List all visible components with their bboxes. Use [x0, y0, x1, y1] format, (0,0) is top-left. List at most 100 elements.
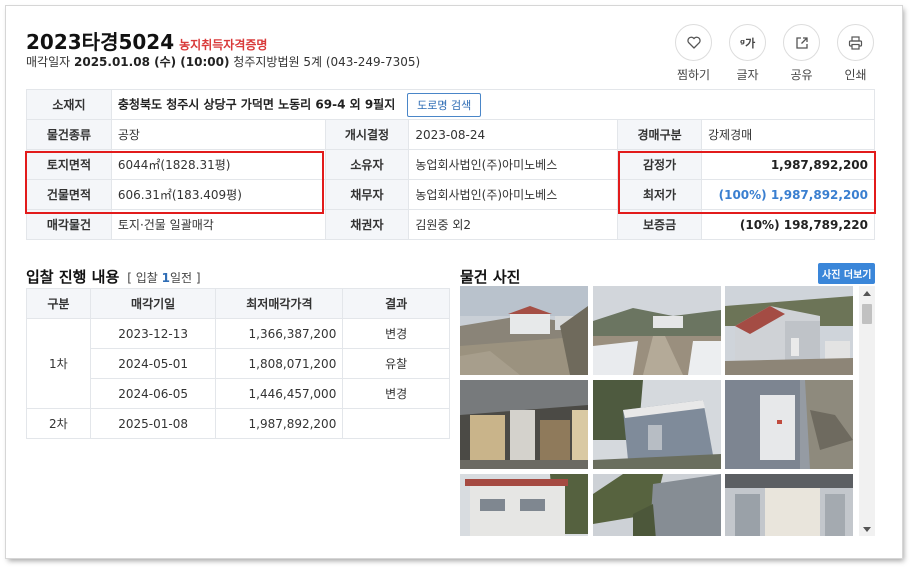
sale-date: 2025.01.08 (수) (10:00): [74, 55, 230, 69]
owner-label: 소유자: [324, 149, 410, 180]
owner-value: 농업회사법인(주)아미노베스: [408, 149, 619, 180]
column-header: 결과: [342, 288, 450, 319]
info-row: 토지면적 6044㎡(1828.31평) 소유자 농업회사법인(주)아미노베스 …: [26, 149, 875, 180]
debtor-label: 채무자: [324, 179, 410, 210]
photo-gallery: [460, 286, 876, 536]
creditor-value: 김원중 외2: [408, 209, 619, 240]
price-cell: 1,446,457,000: [215, 378, 344, 409]
font-size-icon: ᵍ가: [739, 36, 756, 50]
table-row: 2024-06-05 1,446,457,000 변경: [27, 378, 450, 409]
property-photo[interactable]: [593, 474, 721, 536]
favorite-button[interactable]: 찜하기: [675, 24, 712, 83]
bid-countdown: [ 입찰 1일전 ]: [127, 269, 200, 286]
location-label: 소재지: [26, 89, 112, 120]
date-cell: 2024-06-05: [89, 378, 217, 409]
table-row: 2차 2025-01-08 1,987,892,200: [26, 408, 450, 439]
land-area-label: 토지면적: [26, 149, 112, 180]
bid-history-table: 구분 매각기일 최저매각가격 결과 1차 2023-12-13 1,366,38…: [26, 288, 450, 439]
result-cell: 변경: [342, 378, 450, 409]
font-size-button[interactable]: ᵍ가 글자: [729, 24, 766, 83]
road-name-search-button[interactable]: 도로명 검색: [407, 92, 482, 117]
heart-icon: [686, 36, 701, 49]
court-info: 청주지방법원 5계 (043-249-7305): [233, 55, 421, 69]
info-row: 물건종류 공장 개시결정 2023-08-24 경매구분 강제경매: [26, 119, 875, 150]
column-header: 매각기일: [89, 288, 217, 319]
print-icon: [848, 35, 863, 50]
farmland-certificate-tag: 농지취득자격증명: [179, 38, 268, 52]
more-photos-button[interactable]: 사진 더보기: [818, 263, 876, 284]
minimum-price-value: (100%) 1,987,892,200: [701, 179, 875, 210]
property-photo[interactable]: [460, 286, 588, 375]
type-value: 공장: [110, 119, 326, 150]
property-photo[interactable]: [593, 286, 721, 375]
building-area-label: 건물면적: [26, 179, 112, 210]
bid-countdown-suffix: 일전 ]: [170, 271, 201, 285]
auction-type-label: 경매구분: [617, 119, 703, 150]
property-photo[interactable]: [593, 380, 721, 469]
auction-type-value: 강제경매: [701, 119, 875, 150]
bid-history-header: 입찰 진행 내용 [ 입찰 1일전 ]: [26, 266, 201, 287]
building-area-value: 606.31㎡(183.409평): [110, 179, 326, 210]
sale-item-value: 토지·건물 일괄매각: [110, 209, 326, 240]
sale-date-label: 매각일자: [26, 55, 71, 69]
photos-title: 물건 사진: [460, 268, 521, 286]
column-header: 최저매각가격: [215, 288, 344, 319]
location-address: 충청북도 청주시 상당구 가덕면 노동리 69-4 외 9필지: [117, 97, 396, 111]
bid-countdown-days: 1: [161, 271, 171, 285]
land-area-value: 6044㎡(1828.31평): [110, 149, 326, 180]
print-label: 인쇄: [844, 68, 867, 82]
action-buttons: 찜하기 ᵍ가 글자 공유 인쇄: [675, 24, 874, 83]
share-label: 공유: [790, 68, 813, 82]
price-cell: 1,808,071,200: [215, 348, 344, 379]
property-photo[interactable]: [725, 286, 853, 375]
deposit-value: (10%) 198,789,220: [701, 209, 875, 240]
result-cell: [342, 408, 450, 439]
start-value: 2023-08-24: [408, 119, 619, 150]
round-cell: 2차: [26, 408, 91, 439]
minimum-price-label: 최저가: [617, 179, 703, 210]
bid-history-header-row: 구분 매각기일 최저매각가격 결과: [26, 288, 450, 319]
scroll-down-arrow-icon[interactable]: [859, 522, 875, 536]
date-cell: 2025-01-08: [89, 408, 217, 439]
font-size-label: 글자: [736, 68, 759, 82]
case-title-row: 2023타경5024 농지취득자격증명: [26, 26, 267, 55]
result-cell: 유찰: [342, 348, 450, 379]
column-header: 구분: [26, 288, 91, 319]
result-cell: 변경: [342, 318, 450, 349]
bid-history-title: 입찰 진행 내용: [26, 268, 120, 286]
scrollbar-thumb[interactable]: [862, 304, 872, 324]
property-photo[interactable]: [460, 474, 588, 536]
property-photo[interactable]: [725, 380, 853, 469]
property-photo[interactable]: [460, 380, 588, 469]
table-row: 1차 2023-12-13 1,366,387,200 변경: [26, 318, 450, 409]
property-info-table: 소재지 충청북도 청주시 상당구 가덕면 노동리 69-4 외 9필지 도로명 …: [26, 89, 876, 240]
date-cell: 2024-05-01: [89, 348, 217, 379]
price-cell: 1,366,387,200: [215, 318, 344, 349]
info-row: 매각물건 토지·건물 일괄매각 채권자 김원중 외2 보증금 (10%) 198…: [26, 209, 875, 240]
sale-item-label: 매각물건: [26, 209, 112, 240]
appraisal-value: 1,987,892,200: [701, 149, 875, 180]
type-label: 물건종류: [26, 119, 112, 150]
bid-countdown-prefix: [ 입찰: [127, 271, 162, 285]
sale-info-row: 매각일자 2025.01.08 (수) (10:00) 청주지방법원 5계 (0…: [26, 53, 420, 70]
deposit-label: 보증금: [617, 209, 703, 240]
share-icon: [795, 36, 808, 49]
case-number: 2023타경5024: [26, 30, 175, 54]
photo-gallery-scrollbar[interactable]: [859, 286, 875, 536]
table-row: 2024-05-01 1,808,071,200 유찰: [27, 348, 450, 379]
date-cell: 2023-12-13: [89, 318, 217, 349]
property-photo[interactable]: [725, 474, 853, 536]
location-row: 소재지 충청북도 청주시 상당구 가덕면 노동리 69-4 외 9필지 도로명 …: [26, 89, 876, 120]
round-cell: 1차: [26, 318, 91, 409]
favorite-label: 찜하기: [676, 68, 711, 82]
print-button[interactable]: 인쇄: [837, 24, 874, 83]
location-cell: 충청북도 청주시 상당구 가덕면 노동리 69-4 외 9필지 도로명 검색: [110, 89, 876, 120]
start-label: 개시결정: [324, 119, 410, 150]
creditor-label: 채권자: [324, 209, 410, 240]
appraisal-label: 감정가: [617, 149, 703, 180]
share-button[interactable]: 공유: [783, 24, 820, 83]
scroll-up-arrow-icon[interactable]: [859, 286, 875, 300]
price-cell: 1,987,892,200: [215, 408, 344, 439]
info-row: 건물면적 606.31㎡(183.409평) 채무자 농업회사법인(주)아미노베…: [26, 179, 875, 210]
debtor-value: 농업회사법인(주)아미노베스: [408, 179, 619, 210]
